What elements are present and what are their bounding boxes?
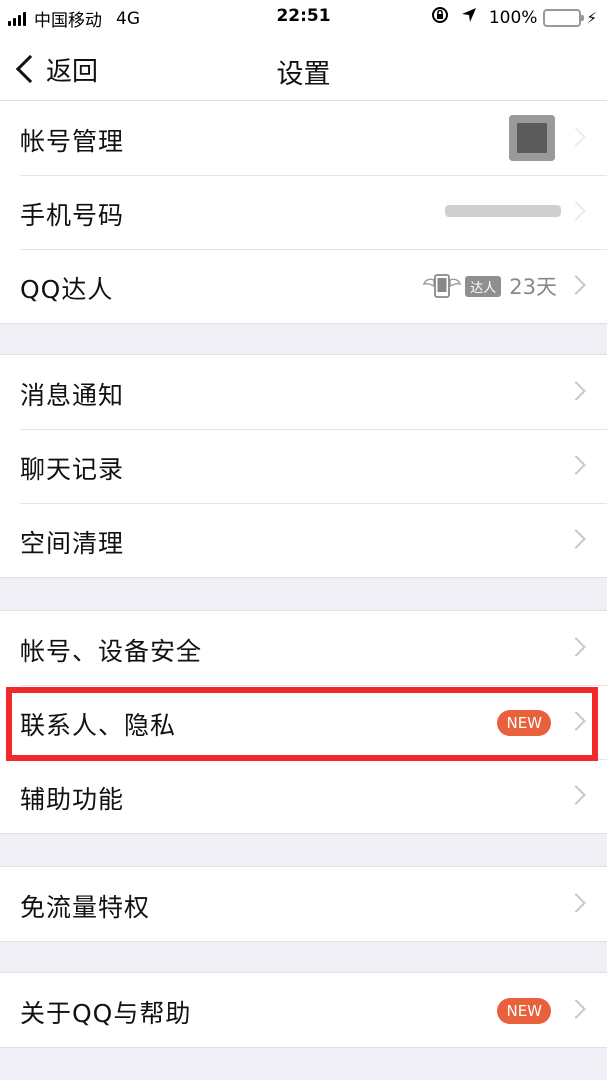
row-phone-number[interactable]: 手机号码 bbox=[0, 175, 607, 249]
location-icon bbox=[461, 7, 477, 28]
chevron-right-icon bbox=[566, 381, 586, 401]
row-label: 消息通知 bbox=[20, 381, 125, 410]
status-right: 100% ⚡ bbox=[431, 6, 597, 29]
chevron-right-icon bbox=[566, 637, 586, 657]
group-security: 帐号、设备安全 联系人、隐私 NEW 辅助功能 bbox=[0, 610, 607, 834]
chevron-right-icon bbox=[566, 275, 586, 295]
chevron-right-icon bbox=[566, 785, 586, 805]
row-message-notification[interactable]: 消息通知 bbox=[0, 355, 607, 429]
winged-phone-icon bbox=[423, 272, 462, 300]
chevron-right-icon bbox=[566, 711, 586, 731]
page-title: 设置 bbox=[276, 59, 331, 90]
chevron-right-icon bbox=[566, 999, 586, 1019]
row-account-device-security[interactable]: 帐号、设备安全 bbox=[0, 611, 607, 685]
row-label: 辅助功能 bbox=[20, 785, 125, 814]
row-label: 帐号、设备安全 bbox=[20, 637, 203, 666]
blurred-phone-value bbox=[445, 205, 561, 217]
chevron-right-icon bbox=[566, 127, 586, 147]
row-label: 手机号码 bbox=[20, 201, 125, 230]
group-about: 关于QQ与帮助 NEW bbox=[0, 972, 607, 1048]
chevron-right-icon bbox=[566, 455, 586, 475]
nav-bar: 返回 设置 bbox=[0, 34, 607, 104]
row-label: 免流量特权 bbox=[20, 893, 151, 922]
row-contacts-privacy[interactable]: 联系人、隐私 NEW bbox=[0, 685, 607, 759]
rotation-lock-icon bbox=[431, 6, 449, 29]
chevron-right-icon bbox=[566, 893, 586, 913]
row-free-data-privilege[interactable]: 免流量特权 bbox=[0, 867, 607, 941]
row-label: 关于QQ与帮助 bbox=[20, 999, 192, 1028]
row-label: QQ达人 bbox=[20, 275, 114, 304]
row-storage-cleanup[interactable]: 空间清理 bbox=[0, 503, 607, 577]
charging-icon: ⚡ bbox=[586, 8, 597, 27]
row-chat-history[interactable]: 聊天记录 bbox=[0, 429, 607, 503]
status-bar: 中国移动 4G 22:51 100% ⚡ bbox=[0, 0, 607, 34]
row-account-management[interactable]: 帐号管理 bbox=[0, 101, 607, 175]
avatar bbox=[509, 115, 555, 161]
master-tag: 达人 bbox=[465, 275, 502, 297]
qq-master-status: 达人 23天 bbox=[423, 270, 557, 302]
row-qq-master[interactable]: QQ达人 达人 23天 bbox=[0, 249, 607, 323]
new-badge: NEW bbox=[497, 710, 551, 736]
row-about-help[interactable]: 关于QQ与帮助 NEW bbox=[0, 973, 607, 1047]
battery-percent: 100% bbox=[488, 7, 538, 28]
row-label: 帐号管理 bbox=[20, 127, 125, 156]
group-data-privilege: 免流量特权 bbox=[0, 866, 607, 942]
group-account: 帐号管理 手机号码 QQ达人 达人 23天 bbox=[0, 100, 607, 324]
group-messages: 消息通知 聊天记录 空间清理 bbox=[0, 354, 607, 578]
row-label: 聊天记录 bbox=[20, 455, 125, 484]
chevron-right-icon bbox=[566, 529, 586, 549]
row-label: 联系人、隐私 bbox=[20, 711, 177, 740]
chevron-right-icon bbox=[566, 201, 586, 221]
new-badge: NEW bbox=[497, 998, 551, 1024]
row-label: 空间清理 bbox=[20, 529, 125, 558]
row-accessibility[interactable]: 辅助功能 bbox=[0, 759, 607, 833]
battery-icon bbox=[543, 8, 585, 27]
master-days: 23天 bbox=[509, 275, 557, 299]
